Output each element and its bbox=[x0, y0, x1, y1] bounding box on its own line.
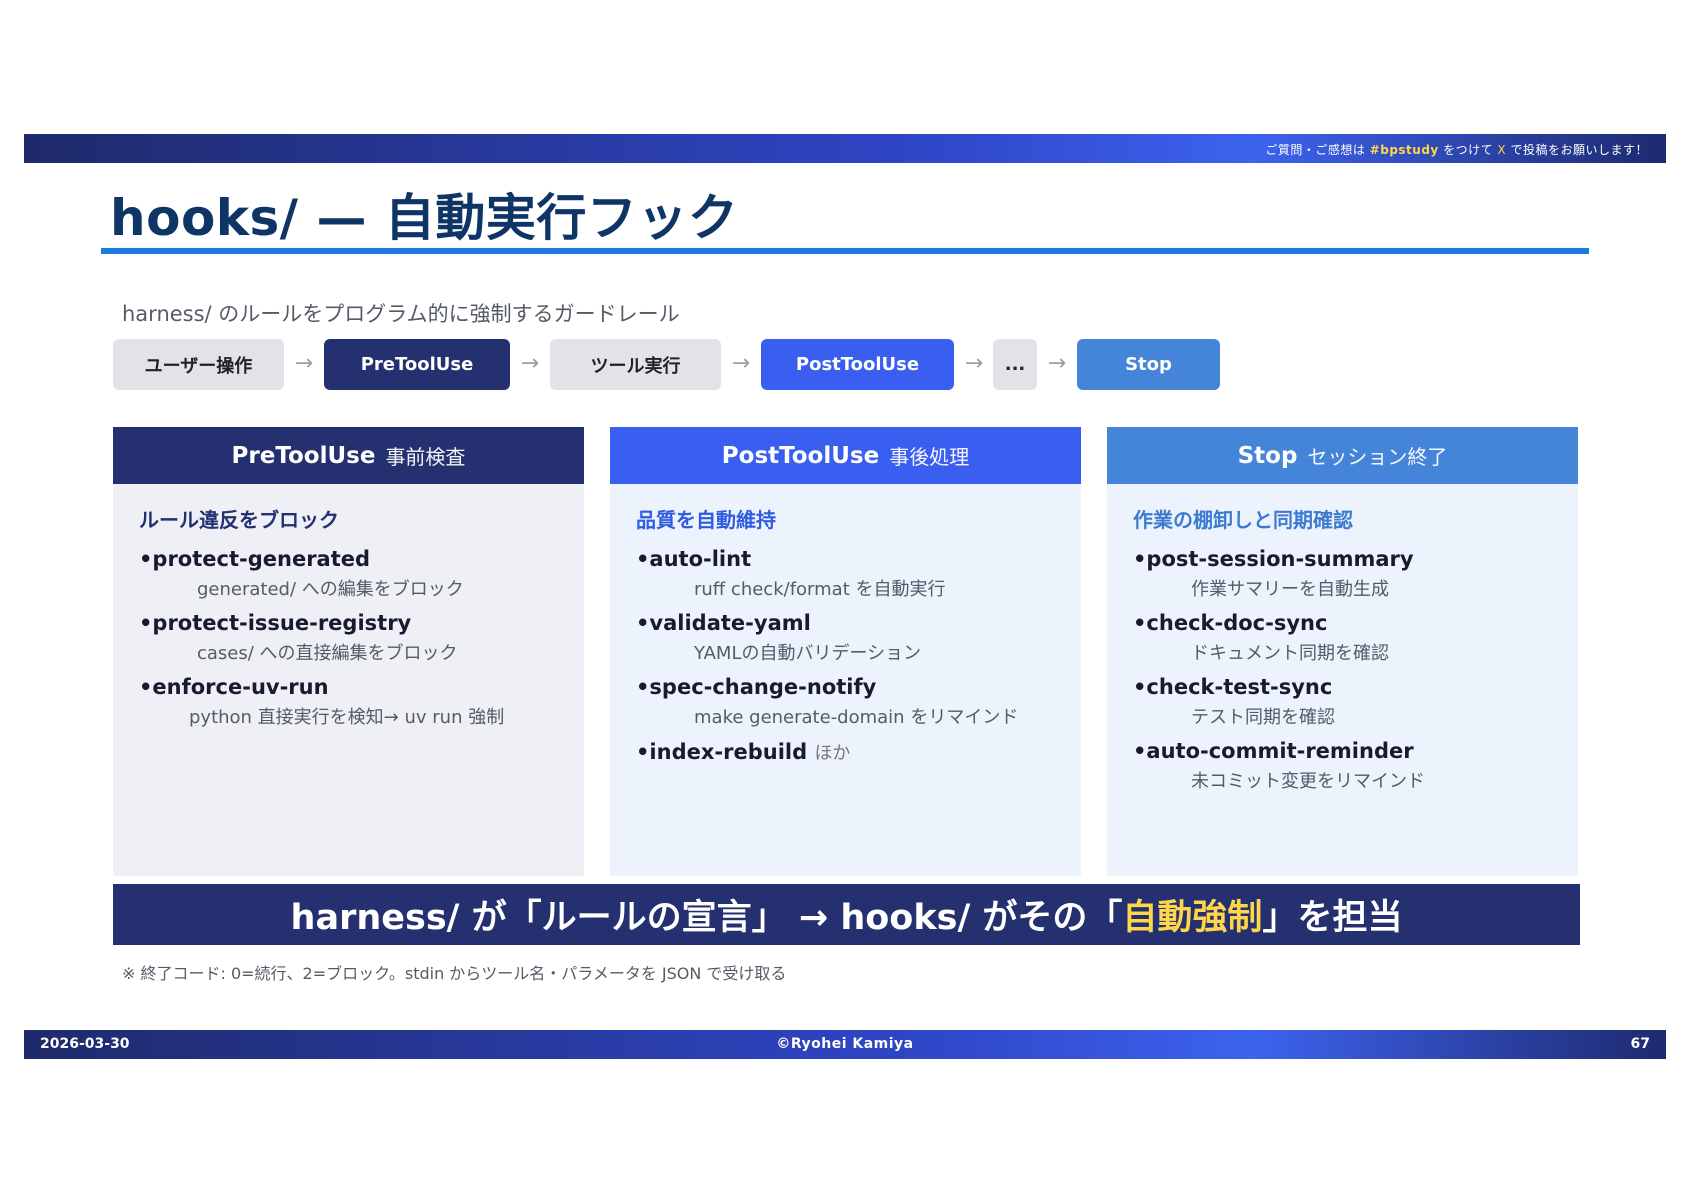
flow-arrow: → bbox=[294, 351, 314, 376]
hook-name: •protect-issue-registry bbox=[139, 611, 412, 635]
flow-arrow: → bbox=[520, 351, 540, 376]
panel-body: 作業の棚卸しと同期確認 •post-session-summary 作業サマリー… bbox=[1107, 484, 1578, 876]
hook-description: ドキュメント同期を確認 bbox=[1191, 643, 1389, 664]
hook-name: •spec-change-notify bbox=[636, 675, 877, 699]
footer-copyright: ©Ryohei Kamiya bbox=[776, 1036, 914, 1052]
summary-banner: harness/ が「ルールの宣言」 → hooks/ がその「 自動強制 」を担当 bbox=[113, 884, 1580, 945]
page-number: 67 bbox=[1630, 1036, 1650, 1052]
list-item: •validate-yaml YAMLの自動バリデーション bbox=[636, 611, 1081, 665]
list-item: •protect-issue-registry cases/ への直接編集をブロ… bbox=[139, 611, 584, 665]
flow-step-pretooluse: PreToolUse bbox=[324, 339, 510, 390]
header-bar: ご質問・ご感想は #bpstudy をつけて X で投稿をお願いします！ bbox=[24, 134, 1666, 163]
panel-section-title: 品質を自動維持 bbox=[636, 508, 776, 532]
hashtag: #bpstudy bbox=[1369, 143, 1439, 157]
hook-description: ruff check/format を自動実行 bbox=[694, 579, 946, 600]
flow-arrow: → bbox=[964, 351, 984, 376]
list-item: •check-test-sync テスト同期を確認 bbox=[1133, 675, 1578, 729]
list-item: •check-doc-sync ドキュメント同期を確認 bbox=[1133, 611, 1578, 665]
header-message-mid: をつけて bbox=[1443, 143, 1494, 157]
panel-header: Stop セッション終了 bbox=[1107, 427, 1578, 484]
flow-step-ellipsis: ... bbox=[993, 339, 1037, 390]
panel-header: PreToolUse 事前検査 bbox=[113, 427, 584, 484]
hook-name: •auto-lint bbox=[636, 547, 752, 571]
panel-title: PostToolUse bbox=[721, 442, 880, 469]
flow-step-user-action: ユーザー操作 bbox=[113, 339, 284, 390]
banner-text-pre: harness/ が「ルールの宣言」 → hooks/ がその「 bbox=[290, 898, 1123, 938]
flow-arrow: → bbox=[1047, 351, 1067, 376]
panel-title: PreToolUse bbox=[231, 442, 376, 469]
page-title: hooks/ — 自動実行フック bbox=[110, 189, 739, 247]
panel-subtitle: 事後処理 bbox=[889, 445, 970, 469]
footnote: ※ 終了コード: 0=続行、2=ブロック。stdin からツール名・パラメータを… bbox=[122, 964, 787, 983]
list-item: •auto-lint ruff check/format を自動実行 bbox=[636, 547, 1081, 601]
panel-title: Stop bbox=[1237, 442, 1298, 469]
flow-arrow: → bbox=[731, 351, 751, 376]
panel-section-title: 作業の棚卸しと同期確認 bbox=[1133, 508, 1353, 532]
panel-body: 品質を自動維持 •auto-lint ruff check/format を自動… bbox=[610, 484, 1081, 876]
panel-section-title: ルール違反をブロック bbox=[139, 508, 339, 532]
hook-note: ほか bbox=[814, 743, 851, 764]
list-item: •enforce-uv-run python 直接実行を検知→ uv run 強… bbox=[139, 675, 584, 729]
banner-text-post: 」を担当 bbox=[1262, 898, 1403, 938]
panel-pretooluse: PreToolUse 事前検査 ルール違反をブロック •protect-gene… bbox=[113, 427, 584, 876]
hook-name: •index-rebuild bbox=[636, 740, 808, 764]
list-item: •spec-change-notify make generate-domain… bbox=[636, 675, 1081, 729]
list-item: •protect-generated generated/ への編集をブロック bbox=[139, 547, 584, 601]
flow-step-tool-exec: ツール実行 bbox=[550, 339, 721, 390]
panel-stop: Stop セッション終了 作業の棚卸しと同期確認 •post-session-s… bbox=[1107, 427, 1578, 876]
banner-highlight: 自動強制 bbox=[1122, 898, 1263, 938]
hook-description: python 直接実行を検知→ uv run 強制 bbox=[189, 707, 505, 728]
list-item: •index-rebuild ほか bbox=[636, 739, 1081, 765]
hook-name: •protect-generated bbox=[139, 547, 371, 571]
hook-description: 作業サマリーを自動生成 bbox=[1191, 579, 1389, 600]
flow-step-posttooluse: PostToolUse bbox=[761, 339, 954, 390]
panel-subtitle: セッション終了 bbox=[1307, 445, 1448, 469]
footer-bar: 2026-03-30 ©Ryohei Kamiya 67 bbox=[24, 1030, 1666, 1059]
hook-description: 未コミット変更をリマインド bbox=[1191, 771, 1425, 792]
hook-name: •check-test-sync bbox=[1133, 675, 1333, 699]
hook-name: •post-session-summary bbox=[1133, 547, 1414, 571]
header-message-pre: ご質問・ご感想は bbox=[1265, 143, 1366, 157]
platform-name: X bbox=[1497, 143, 1507, 157]
hook-description: テスト同期を確認 bbox=[1191, 707, 1335, 728]
list-item: •post-session-summary 作業サマリーを自動生成 bbox=[1133, 547, 1578, 601]
list-item: •auto-commit-reminder 未コミット変更をリマインド bbox=[1133, 739, 1578, 793]
hook-description: make generate-domain をリマインド bbox=[694, 707, 1019, 728]
hook-description: generated/ への編集をブロック bbox=[197, 579, 464, 600]
hook-flow: ユーザー操作 → PreToolUse → ツール実行 → PostToolUs… bbox=[113, 339, 1613, 390]
hook-description: cases/ への直接編集をブロック bbox=[197, 643, 458, 664]
panel-posttooluse: PostToolUse 事後処理 品質を自動維持 •auto-lint ruff… bbox=[610, 427, 1081, 876]
hook-name: •check-doc-sync bbox=[1133, 611, 1328, 635]
title-underline bbox=[101, 248, 1589, 254]
header-message: ご質問・ご感想は #bpstudy をつけて X で投稿をお願いします！ bbox=[1265, 141, 1648, 158]
panel-body: ルール違反をブロック •protect-generated generated/… bbox=[113, 484, 584, 876]
hook-name: •validate-yaml bbox=[636, 611, 811, 635]
hook-name: •enforce-uv-run bbox=[139, 675, 329, 699]
hook-description: YAMLの自動バリデーション bbox=[694, 643, 922, 664]
header-message-post: で投稿をお願いします！ bbox=[1510, 143, 1648, 157]
subtitle: harness/ のルールをプログラム的に強制するガードレール bbox=[122, 302, 680, 326]
flow-step-stop: Stop bbox=[1077, 339, 1220, 390]
panel-subtitle: 事前検査 bbox=[385, 445, 466, 469]
panel-header: PostToolUse 事後処理 bbox=[610, 427, 1081, 484]
hook-name: •auto-commit-reminder bbox=[1133, 739, 1414, 763]
